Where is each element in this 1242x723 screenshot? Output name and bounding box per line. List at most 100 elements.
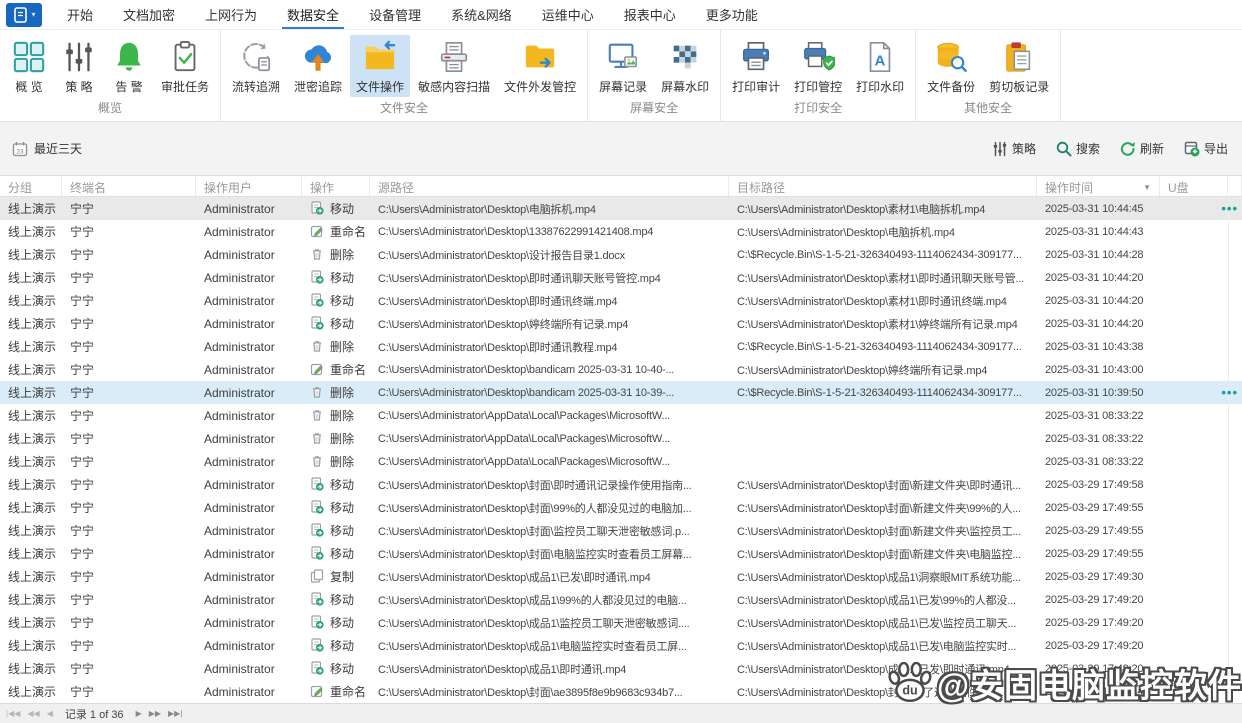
- table-row[interactable]: 线上演示宁宁Administrator删除C:\Users\Administra…: [0, 427, 1242, 450]
- cell-target-path: C:\$Recycle.Bin\S-1-5-21-326340493-11140…: [729, 243, 1037, 266]
- menu-tab[interactable]: 数据安全: [272, 0, 354, 29]
- ribbon-item-label: 流转追溯: [232, 78, 280, 95]
- ribbon-group-items: 屏幕记录屏幕水印: [592, 30, 716, 98]
- toolbar-button[interactable]: 搜索: [1056, 140, 1100, 157]
- table-row[interactable]: 线上演示宁宁Administrator移动C:\Users\Administra…: [0, 197, 1242, 220]
- cell-operation: 复制: [302, 565, 370, 588]
- toolbar-button[interactable]: 刷新: [1120, 140, 1164, 157]
- ribbon-item[interactable]: 流转追溯: [226, 35, 286, 97]
- pagination-button[interactable]: ▶▶|: [168, 709, 182, 718]
- menu-tab[interactable]: 更多功能: [691, 0, 773, 29]
- menu-tab[interactable]: 上网行为: [190, 0, 272, 29]
- table-row[interactable]: 线上演示宁宁Administrator删除C:\Users\Administra…: [0, 335, 1242, 358]
- table-row[interactable]: 线上演示宁宁Administrator删除C:\Users\Administra…: [0, 450, 1242, 473]
- cell-operation-time: 2025-03-31 10:44:20: [1037, 312, 1160, 335]
- ribbon-item[interactable]: 审批任务: [155, 35, 215, 97]
- table-row[interactable]: 线上演示宁宁Administrator删除C:\Users\Administra…: [0, 404, 1242, 427]
- table-row[interactable]: 线上演示宁宁Administrator移动C:\Users\Administra…: [0, 611, 1242, 634]
- ribbon-group-label: 屏幕安全: [592, 98, 716, 121]
- delete-operation-icon: [310, 408, 325, 423]
- ribbon-item[interactable]: 剪切板记录: [983, 35, 1055, 97]
- cell-terminal-name: 宁宁: [62, 404, 196, 427]
- table-row[interactable]: 线上演示宁宁Administrator移动C:\Users\Administra…: [0, 634, 1242, 657]
- cell-target-path: C:\$Recycle.Bin\S-1-5-21-326340493-11140…: [729, 335, 1037, 358]
- ribbon-item[interactable]: 告 警: [105, 35, 153, 97]
- column-header[interactable]: U盘: [1160, 176, 1228, 196]
- pagination-button[interactable]: ◀◀: [27, 709, 39, 718]
- pagination-button[interactable]: |◀◀: [6, 709, 20, 718]
- row-actions-menu[interactable]: •••: [1221, 197, 1238, 220]
- row-actions-menu[interactable]: •••: [1221, 381, 1238, 404]
- ribbon-item[interactable]: 文件操作: [350, 35, 410, 97]
- column-header[interactable]: 分组: [0, 176, 62, 196]
- table-row[interactable]: 线上演示宁宁Administrator复制C:\Users\Administra…: [0, 565, 1242, 588]
- ribbon-item[interactable]: 文件外发管控: [498, 35, 582, 97]
- table-row[interactable]: 线上演示宁宁Administrator移动C:\Users\Administra…: [0, 266, 1242, 289]
- cell-group: 线上演示: [0, 473, 62, 496]
- pagination-button[interactable]: ▶: [136, 709, 142, 718]
- cell-operation-time: 2025-03-31 10:44:20: [1037, 266, 1160, 289]
- cell-operation: 删除: [302, 381, 370, 404]
- ribbon-item[interactable]: 屏幕记录: [593, 35, 653, 97]
- cell-operation: 移动: [302, 496, 370, 519]
- pagination-button[interactable]: ▶▶: [149, 709, 161, 718]
- column-header[interactable]: [1228, 176, 1242, 196]
- ribbon-item[interactable]: 打印管控: [788, 35, 848, 97]
- cell-usb: [1160, 542, 1228, 565]
- cell-operation-user: Administrator: [196, 243, 302, 266]
- ribbon-item[interactable]: 敏感内容扫描: [412, 35, 496, 97]
- column-header[interactable]: 操作时间▼: [1037, 176, 1160, 196]
- table-row[interactable]: 线上演示宁宁Administrator移动C:\Users\Administra…: [0, 289, 1242, 312]
- table-row[interactable]: 线上演示宁宁Administrator移动C:\Users\Administra…: [0, 473, 1242, 496]
- table-body: 线上演示宁宁Administrator移动C:\Users\Administra…: [0, 197, 1242, 703]
- toolbar-button[interactable]: 导出: [1184, 140, 1228, 157]
- table-row[interactable]: 线上演示宁宁Administrator删除C:\Users\Administra…: [0, 243, 1242, 266]
- cell-operation-user: Administrator: [196, 220, 302, 243]
- operation-label: 移动: [330, 614, 354, 631]
- ribbon-item[interactable]: 打印审计: [726, 35, 786, 97]
- pagination-button[interactable]: ◀: [47, 709, 53, 718]
- app-menu-button[interactable]: ▾: [6, 3, 42, 27]
- date-filter-button[interactable]: 23 最近三天: [12, 140, 82, 157]
- table-row[interactable]: 线上演示宁宁Administrator移动C:\Users\Administra…: [0, 588, 1242, 611]
- ribbon-item[interactable]: 泄密追踪: [288, 35, 348, 97]
- table-row[interactable]: 线上演示宁宁Administrator删除C:\Users\Administra…: [0, 381, 1242, 404]
- cell-source-path: C:\Users\Administrator\Desktop\封面\ae3895…: [370, 680, 729, 703]
- menu-tab[interactable]: 设备管理: [354, 0, 436, 29]
- cell-target-path: C:\Users\Administrator\Desktop\电脑拆机.mp4: [729, 220, 1037, 243]
- column-header[interactable]: 操作: [302, 176, 370, 196]
- cell-target-path: [729, 450, 1037, 473]
- operation-label: 移动: [330, 637, 354, 654]
- ribbon-item[interactable]: 概 览: [5, 35, 53, 97]
- column-header[interactable]: 终端名: [62, 176, 196, 196]
- ribbon-item[interactable]: 文件备份: [921, 35, 981, 97]
- column-header[interactable]: 操作用户: [196, 176, 302, 196]
- table-row[interactable]: 线上演示宁宁Administrator移动C:\Users\Administra…: [0, 496, 1242, 519]
- table-row[interactable]: 线上演示宁宁Administrator移动C:\Users\Administra…: [0, 657, 1242, 680]
- table-row[interactable]: 线上演示宁宁Administrator重命名C:\Users\Administr…: [0, 358, 1242, 381]
- table-row[interactable]: 线上演示宁宁Administrator重命名C:\Users\Administr…: [0, 220, 1242, 243]
- menu-tab[interactable]: 系统&网络: [436, 0, 527, 29]
- table-row[interactable]: 线上演示宁宁Administrator移动C:\Users\Administra…: [0, 519, 1242, 542]
- ribbon-group-label: 文件安全: [225, 98, 583, 121]
- ribbon-item[interactable]: A打印水印: [850, 35, 910, 97]
- table-row[interactable]: 线上演示宁宁Administrator移动C:\Users\Administra…: [0, 542, 1242, 565]
- cell-usb: [1160, 243, 1228, 266]
- column-header[interactable]: 目标路径: [729, 176, 1037, 196]
- menu-tab[interactable]: 开始: [52, 0, 108, 29]
- cell-terminal-name: 宁宁: [62, 680, 196, 703]
- sort-down-icon[interactable]: ▼: [1143, 183, 1151, 192]
- menu-tab[interactable]: 运维中心: [527, 0, 609, 29]
- toolbar-button[interactable]: 策略: [992, 140, 1036, 157]
- cell-terminal-name: 宁宁: [62, 473, 196, 496]
- svg-text:A: A: [875, 53, 886, 70]
- table-row[interactable]: 线上演示宁宁Administrator移动C:\Users\Administra…: [0, 312, 1242, 335]
- column-header[interactable]: 源路径: [370, 176, 729, 196]
- ribbon-item[interactable]: 策 略: [55, 35, 103, 97]
- cell-source-path: C:\Users\Administrator\Desktop\成品1\已发\即时…: [370, 565, 729, 588]
- menu-tab[interactable]: 报表中心: [609, 0, 691, 29]
- menu-tab[interactable]: 文档加密: [108, 0, 190, 29]
- table-row[interactable]: 线上演示宁宁Administrator重命名C:\Users\Administr…: [0, 680, 1242, 703]
- ribbon-item[interactable]: 屏幕水印: [655, 35, 715, 97]
- pagination-right: ▶▶▶▶▶|: [136, 709, 183, 718]
